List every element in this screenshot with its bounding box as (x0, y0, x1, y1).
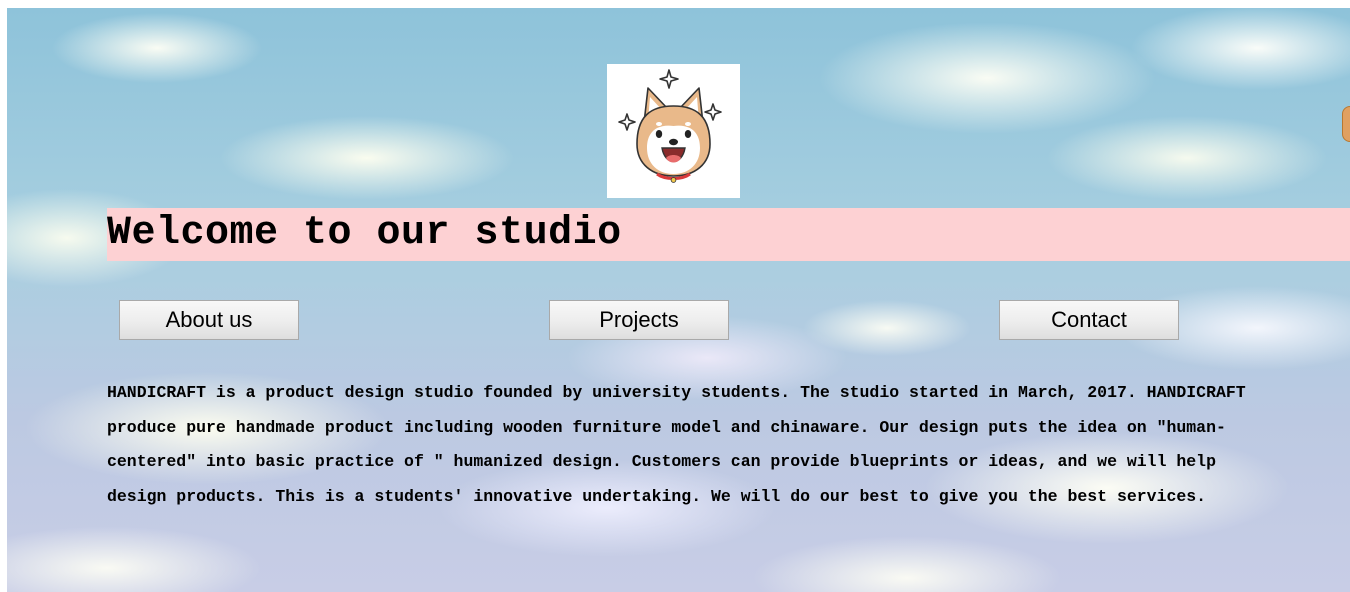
about-us-button[interactable]: About us (119, 300, 299, 340)
page-title: Welcome to our studio (107, 211, 622, 256)
studio-intro-paragraph: HANDICRAFT is a product design studio fo… (107, 383, 1246, 506)
shiba-dog-icon (618, 69, 722, 183)
projects-button[interactable]: Projects (549, 300, 729, 340)
contact-button[interactable]: Contact (999, 300, 1179, 340)
title-banner: Welcome to our studio (107, 208, 1350, 261)
sky-clouds-background: Welcome to our studio About us Projects … (7, 8, 1350, 592)
logo (607, 64, 740, 198)
edge-handle-icon[interactable] (1342, 106, 1350, 142)
